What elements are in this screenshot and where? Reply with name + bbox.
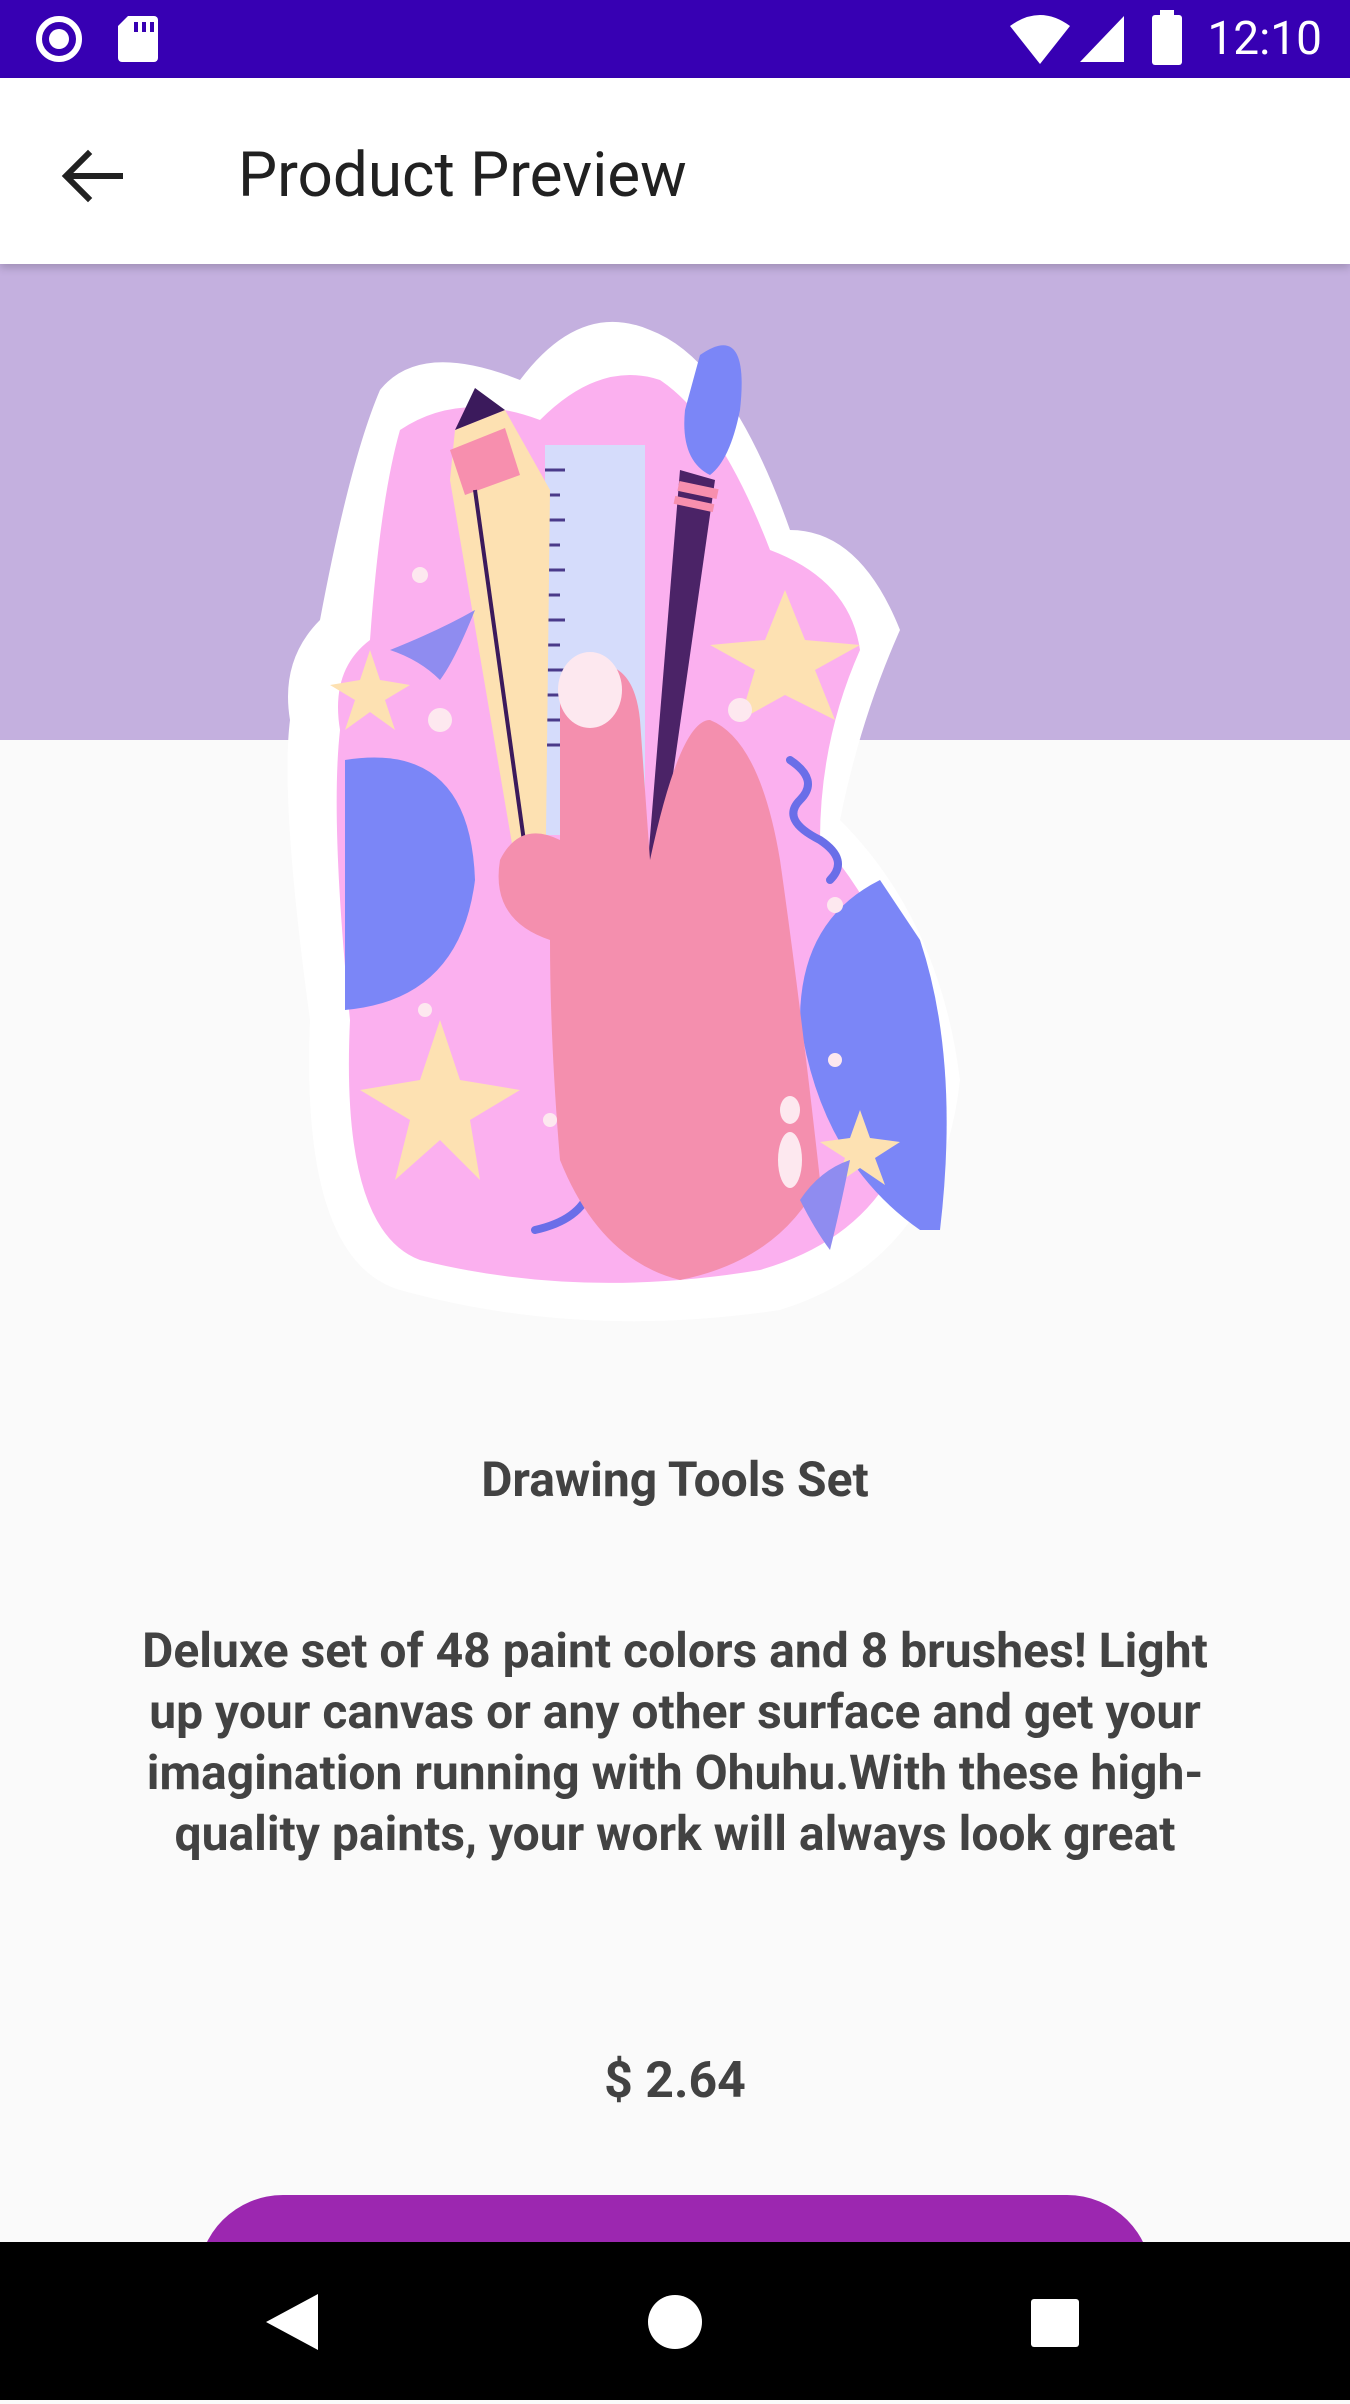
navigation-bar (0, 2242, 1350, 2400)
sd-card-icon (118, 16, 158, 62)
page-title: Product Preview (238, 139, 687, 212)
product-description: Deluxe set of 48 paint colors and 8 brus… (142, 1622, 1208, 1862)
home-circle-icon (648, 2295, 702, 2349)
status-time: 12:10 (1207, 12, 1322, 66)
signal-icon (1080, 16, 1124, 62)
back-triangle-icon (266, 2294, 318, 2350)
product-illustration (287, 321, 960, 1322)
nav-recents-button[interactable] (974, 2242, 1134, 2400)
nav-home-button[interactable] (595, 2242, 755, 2400)
product-name: Drawing Tools Set (481, 1451, 869, 1508)
top-app-bar: Product Preview (0, 78, 1350, 264)
nav-back-button[interactable] (216, 2242, 376, 2400)
battery-icon (1152, 10, 1182, 65)
arrow-back-icon (61, 149, 123, 203)
wifi-icon (1010, 15, 1070, 64)
product-price: $ 2.64 (604, 2052, 746, 2110)
recents-square-icon (1031, 2299, 1079, 2347)
status-bar: 12:10 (0, 0, 1350, 78)
radio-circle-icon (36, 16, 82, 62)
back-button[interactable] (44, 128, 140, 224)
